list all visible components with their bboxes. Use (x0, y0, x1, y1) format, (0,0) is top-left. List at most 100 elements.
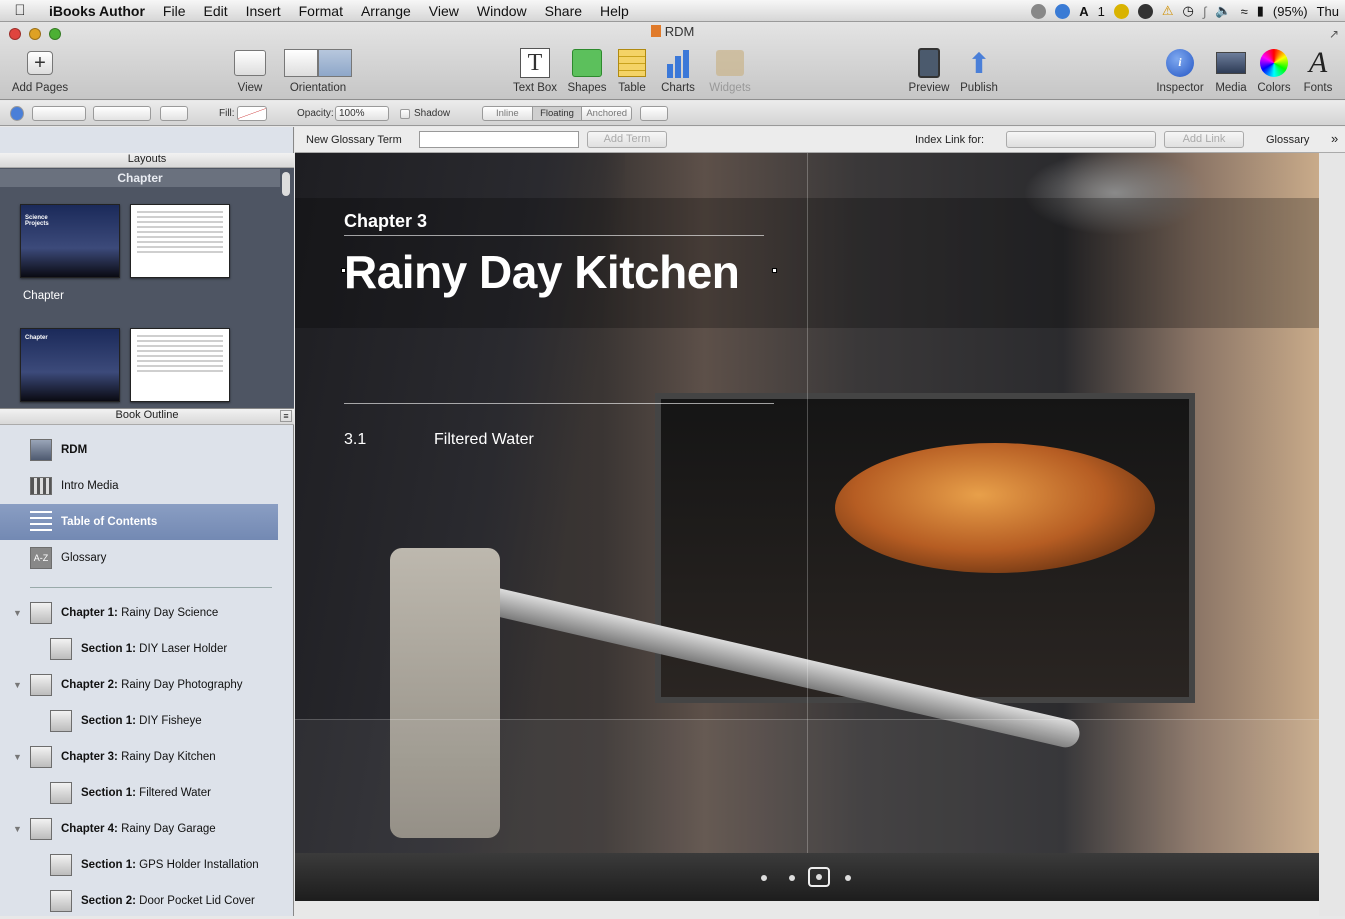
adobe-icon[interactable]: A (1079, 4, 1088, 19)
chevron-right-icon[interactable]: » (1331, 131, 1338, 146)
index-link-label: Index Link for: (915, 134, 985, 146)
selection-handle-left[interactable] (341, 268, 346, 273)
outline-intro-media[interactable]: Intro Media (0, 468, 278, 504)
shapes-icon (571, 48, 603, 78)
outline-section-4-2[interactable]: Section 2: Door Pocket Lid Cover (0, 883, 278, 919)
outline-title: DIY Fisheye (139, 715, 202, 727)
layouts-scrollbar[interactable] (282, 172, 290, 196)
menu-format[interactable]: Format (290, 3, 352, 19)
add-term-button[interactable]: Add Term (587, 131, 667, 148)
outline-glossary[interactable]: A-Z Glossary (0, 540, 278, 576)
sync-status-icon[interactable] (1055, 3, 1071, 19)
outline-table-of-contents[interactable]: Table of Contents (0, 504, 278, 540)
widgets-label: Widgets (709, 82, 751, 94)
opacity-field[interactable]: 100% (335, 106, 389, 121)
menu-help[interactable]: Help (591, 3, 638, 19)
page-icon (50, 638, 72, 660)
disclosure-triangle-icon[interactable]: ▼ (13, 824, 22, 834)
glossary-button[interactable]: Glossary (1266, 134, 1309, 146)
film-icon (30, 477, 52, 495)
outline-chapter-4[interactable]: ▼ Chapter 4: Rainy Day Garage (0, 811, 278, 847)
view-label: View (237, 82, 263, 94)
menu-arrange[interactable]: Arrange (352, 3, 420, 19)
time-machine-icon[interactable]: ◷ (1183, 3, 1194, 19)
orientation-button[interactable]: Orientation (278, 48, 358, 94)
menu-share[interactable]: Share (536, 3, 591, 19)
menu-app[interactable]: iBooks Author (40, 3, 154, 19)
charts-button[interactable]: Charts (648, 48, 708, 94)
layout-thumb-text[interactable] (130, 204, 230, 278)
outline-chapter-2[interactable]: ▼ Chapter 2: Rainy Day Photography (0, 667, 278, 703)
menu-file[interactable]: File (154, 3, 195, 19)
wrap-anchored[interactable]: Anchored (582, 107, 631, 120)
shadow-checkbox[interactable] (400, 109, 410, 119)
wrap-options-popup[interactable] (640, 106, 668, 121)
disclosure-triangle-icon[interactable]: ▼ (13, 680, 22, 690)
battery-icon[interactable]: ▮ (1257, 3, 1264, 19)
menu-edit[interactable]: Edit (194, 3, 236, 19)
chat-status-icon[interactable] (1031, 3, 1047, 19)
menu-window[interactable]: Window (468, 3, 536, 19)
style-popup[interactable] (32, 106, 86, 121)
page-dot-2[interactable] (789, 875, 795, 881)
disclosure-triangle-icon[interactable]: ▼ (13, 608, 22, 618)
chapter-title[interactable]: Rainy Day Kitchen (344, 245, 740, 299)
outline-section-3-1[interactable]: Section 1: Filtered Water (0, 775, 278, 811)
chapter-label[interactable]: Chapter 3 (344, 211, 427, 232)
fill-label: Fill: (219, 108, 235, 119)
outline-chapter-3[interactable]: ▼ Chapter 3: Rainy Day Kitchen (0, 739, 278, 775)
outline-chapter-1[interactable]: ▼ Chapter 1: Rainy Day Science (0, 595, 278, 631)
index-link-popup[interactable] (1006, 131, 1156, 148)
audio-icon[interactable] (10, 106, 24, 121)
warning-icon[interactable]: ⚠ (1162, 3, 1174, 19)
volume-icon[interactable]: 🔈 (1215, 3, 1231, 19)
selection-handle-right[interactable] (772, 268, 777, 273)
font-size-popup[interactable] (93, 106, 151, 121)
collapse-icon[interactable]: ≡ (280, 410, 292, 422)
wrap-floating[interactable]: Floating (532, 107, 583, 120)
layout-thumb-text-2[interactable] (130, 328, 230, 402)
hat-icon[interactable] (1137, 3, 1153, 19)
wrap-inline[interactable]: Inline (483, 107, 533, 120)
fonts-button[interactable]: A Fonts (1288, 46, 1345, 94)
menu-insert[interactable]: Insert (237, 3, 290, 19)
clock[interactable]: Thu (1317, 4, 1339, 19)
fill-color-well[interactable] (237, 106, 267, 121)
toc-entry-number[interactable]: 3.1 (344, 431, 366, 449)
text-box-button[interactable]: T Text Box (505, 48, 565, 94)
battery-percent: (95%) (1272, 3, 1308, 19)
view-icon (234, 48, 266, 78)
disclosure-triangle-icon[interactable]: ▼ (13, 752, 22, 762)
add-pages-button[interactable]: + Add Pages (10, 48, 70, 94)
page-icon (50, 890, 72, 912)
window-title: RDM (0, 24, 1345, 39)
bluetooth-icon[interactable]: ∫ (1203, 4, 1207, 19)
outline-section-1-1[interactable]: Section 1: DIY Laser Holder (0, 631, 278, 667)
widgets-icon (714, 48, 746, 78)
stroke-color-well[interactable] (160, 106, 188, 121)
wifi-icon[interactable]: ≈ (1241, 4, 1248, 19)
add-link-button[interactable]: Add Link (1164, 131, 1244, 148)
shapes-label: Shapes (567, 82, 607, 94)
book-outline-header: Book Outline ≡ (0, 408, 294, 425)
layout-thumb-chapter-2[interactable]: Chapter (20, 328, 120, 402)
page-dot-4[interactable] (845, 875, 851, 881)
outline-section-2-1[interactable]: Section 1: DIY Fisheye (0, 703, 278, 739)
outline-section-4-1[interactable]: Section 1: GPS Holder Installation (0, 847, 278, 883)
outline-rdm[interactable]: RDM (0, 432, 278, 468)
layout-thumb-chapter[interactable]: Science Projects (20, 204, 120, 278)
moon-icon[interactable] (1113, 3, 1129, 19)
page-canvas[interactable]: Chapter 3 Rainy Day Kitchen 3.1 Filtered… (295, 153, 1319, 901)
page-icon (30, 746, 52, 768)
view-button[interactable]: View (220, 48, 280, 94)
page-icon (50, 854, 72, 876)
toc-entry-title[interactable]: Filtered Water (434, 431, 534, 449)
publish-button[interactable]: ⬆ Publish (949, 48, 1009, 95)
fullscreen-icon[interactable]: ↗ (1329, 27, 1339, 41)
menu-view[interactable]: View (420, 3, 468, 19)
page-dot-1[interactable] (761, 875, 767, 881)
orientation-label: Orientation (289, 82, 347, 94)
page-dot-current[interactable] (808, 867, 830, 887)
new-glossary-term-input[interactable] (419, 131, 579, 148)
apple-menu-icon[interactable]:  (0, 2, 40, 19)
